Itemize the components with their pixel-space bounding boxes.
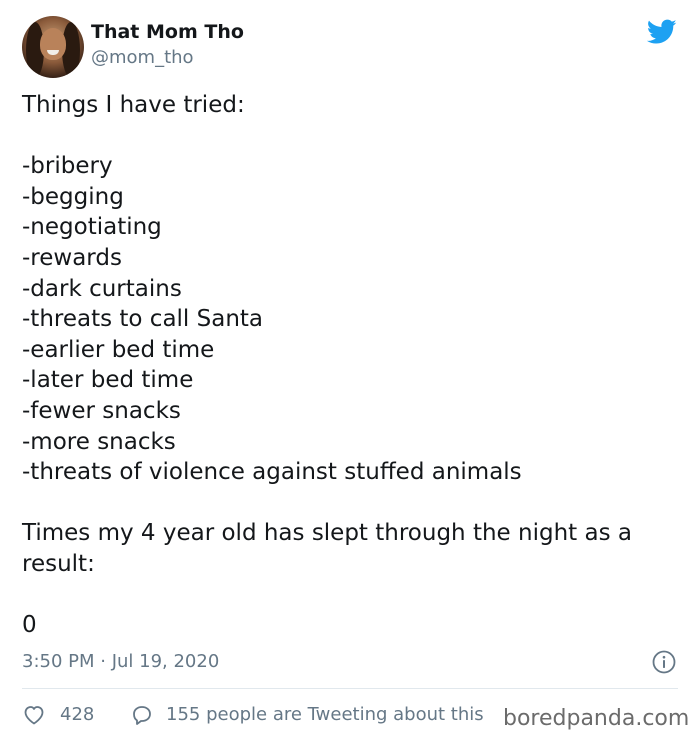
result-question: Times my 4 year old has slept through th…: [22, 520, 632, 577]
tweet-timestamp[interactable]: 3:50 PM · Jul 19, 2020: [22, 651, 219, 672]
author-name[interactable]: That Mom Tho: [91, 21, 244, 43]
tweet-intro: Things I have tried:: [22, 92, 245, 118]
list-item: -rewards: [22, 244, 122, 271]
watermark: boredpanda.com: [503, 706, 690, 731]
avatar[interactable]: [22, 16, 84, 78]
list-item: -dark curtains: [22, 275, 182, 302]
info-icon[interactable]: [652, 650, 676, 674]
reply-icon[interactable]: [130, 703, 154, 727]
author-handle[interactable]: @mom_tho: [91, 47, 194, 68]
tweet-card: That Mom Tho @mom_tho Things I have trie…: [0, 0, 700, 742]
twitter-bird-icon[interactable]: [647, 19, 677, 45]
heart-icon[interactable]: [22, 703, 46, 727]
list-item: -bribery: [22, 153, 113, 180]
divider: [22, 688, 678, 689]
list-item: -begging: [22, 183, 124, 210]
list-item: -more snacks: [22, 428, 176, 455]
list-item: -threats to call Santa: [22, 306, 264, 333]
tweet-body: Things I have tried: -bribery -begging -…: [22, 90, 682, 641]
list-item: -threats of violence against stuffed ani…: [22, 459, 522, 486]
tweeting-about-link[interactable]: 155 people are Tweeting about this: [166, 704, 484, 725]
list-item: -negotiating: [22, 214, 162, 241]
list-item: -later bed time: [22, 367, 194, 394]
list-item: -fewer snacks: [22, 397, 181, 424]
result-value: 0: [22, 612, 37, 639]
like-count[interactable]: 428: [60, 704, 94, 725]
list-item: -earlier bed time: [22, 336, 215, 363]
